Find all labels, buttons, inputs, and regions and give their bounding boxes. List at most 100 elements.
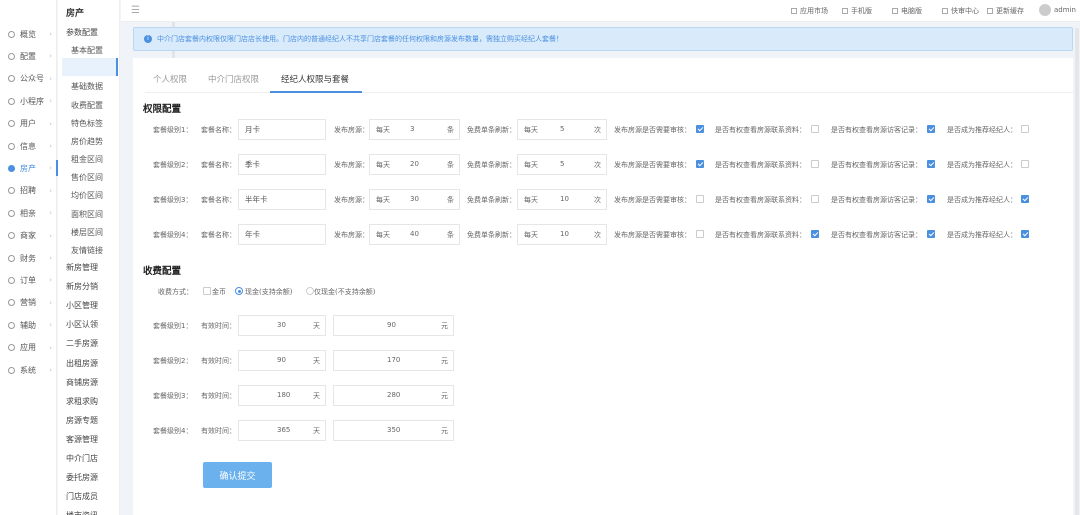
sub-sidebar-item[interactable]: 商铺房源 [66, 377, 98, 388]
sidebar-item-11[interactable]: 订单 › [0, 272, 57, 288]
contact-checkbox[interactable] [811, 195, 819, 203]
review-checkbox[interactable] [696, 230, 704, 238]
sub-sidebar-item[interactable]: 小区管理 [66, 300, 98, 311]
sidebar-item-1[interactable]: 配置 › [0, 48, 57, 64]
package-name-input[interactable]: 年卡 [238, 224, 326, 245]
chevron-right-icon: › [49, 186, 52, 195]
sub-sidebar-item[interactable]: 售价区间 [71, 172, 103, 183]
topbar-item[interactable]: 快审中心 [942, 6, 979, 16]
sub-sidebar-item[interactable]: 面积区间 [71, 209, 103, 220]
sub-sidebar-item[interactable]: 客源管理 [66, 434, 98, 445]
fee-method-radio[interactable] [306, 287, 314, 295]
sub-sidebar-item[interactable]: 房源专题 [66, 415, 98, 426]
days-unit: 天 [313, 392, 320, 400]
fee-method-radio[interactable] [235, 287, 243, 295]
sidebar-item-icon [8, 164, 15, 172]
sub-sidebar-item[interactable]: 参数配置 [66, 27, 98, 38]
agent-checkbox[interactable] [1021, 230, 1029, 238]
sub-sidebar-item[interactable]: 新房管理 [66, 262, 98, 273]
package-name-input[interactable]: 季卡 [238, 154, 326, 175]
contact-checkbox[interactable] [811, 125, 819, 133]
review-checkbox[interactable] [696, 195, 704, 203]
sidebar-item-6[interactable]: 房产 › [0, 160, 58, 177]
sidebar-item-0[interactable]: 概览 › [0, 26, 57, 42]
package-name-input[interactable]: 半年卡 [238, 189, 326, 210]
visit-checkbox[interactable] [927, 125, 935, 133]
sidebar-item-2[interactable]: 公众号 › [0, 71, 57, 87]
sub-sidebar-item[interactable]: 二手房源 [66, 338, 98, 349]
contact-checkbox[interactable] [811, 230, 819, 238]
contact-label: 是否有权查看房源联系资料： [715, 231, 806, 239]
sub-sidebar-item[interactable]: 房价趋势 [71, 136, 103, 147]
topbar-item-icon [842, 8, 848, 14]
sidebar-item-8[interactable]: 相亲 › [0, 205, 57, 221]
agent-checkbox[interactable] [1021, 125, 1029, 133]
tier-level-label: 套餐级别4： [153, 231, 193, 239]
user-name[interactable]: admin [1054, 6, 1076, 14]
sub-sidebar-item[interactable]: 基本配置 [71, 45, 103, 56]
topbar-item[interactable]: 更新缓存 [987, 6, 1024, 16]
sub-sidebar-item[interactable]: 出租房源 [66, 358, 98, 369]
tab-0[interactable]: 个人权限 [153, 73, 187, 85]
sub-sidebar-item[interactable]: 求租求购 [66, 396, 98, 407]
topbar-item-label: 更新缓存 [996, 7, 1024, 15]
sub-sidebar-item[interactable]: 收费配置 [71, 100, 103, 111]
sub-sidebar-item[interactable]: 中介门店 [66, 453, 98, 464]
sub-sidebar-item[interactable]: 新房分销 [66, 281, 98, 292]
tab-2[interactable]: 经纪人权限与套餐 [281, 73, 349, 85]
sub-sidebar-item[interactable]: 友情链接 [71, 245, 103, 256]
tier-level-label: 套餐级别3： [153, 196, 193, 204]
topbar-item[interactable]: 电脑版 [892, 6, 922, 16]
sidebar-item-13[interactable]: 辅助 › [0, 317, 57, 333]
sidebar-item-5[interactable]: 信息 › [0, 138, 57, 154]
sidebar-item-7[interactable]: 招聘 › [0, 183, 57, 199]
sidebar-item-10[interactable]: 财务 › [0, 250, 57, 266]
package-name-value: 月卡 [245, 125, 260, 134]
submit-button[interactable]: 确认提交 [203, 462, 272, 488]
sub-sidebar-item[interactable]: 均价区间 [71, 190, 103, 201]
visit-checkbox[interactable] [927, 160, 935, 168]
sidebar-item-4[interactable]: 用户 › [0, 116, 57, 132]
sub-sidebar-item[interactable]: 楼层区间 [71, 227, 103, 238]
publish-label: 发布房源： [334, 161, 369, 169]
topbar-item[interactable]: 手机版 [842, 6, 872, 16]
sidebar-item-icon [8, 232, 15, 240]
sub-sidebar-item[interactable]: 楼市资讯 [66, 510, 98, 515]
publish-prefix: 每天 [376, 231, 390, 239]
sub-sidebar-item[interactable]: 基础数据 [71, 81, 103, 92]
visit-checkbox[interactable] [927, 230, 935, 238]
permission-section-title: 权限配置 [143, 104, 182, 115]
sidebar-item-14[interactable]: 应用 › [0, 340, 57, 356]
refresh-prefix: 每天 [524, 231, 538, 239]
publish-quota-value: 3 [410, 125, 415, 133]
chevron-right-icon: › [49, 298, 52, 307]
sidebar-item-15[interactable]: 系统 › [0, 362, 57, 378]
topbar-item-label: 电脑版 [901, 7, 922, 15]
sidebar-item-9[interactable]: 商家 › [0, 228, 57, 244]
review-checkbox[interactable] [696, 125, 704, 133]
chevron-right-icon: › [49, 119, 52, 128]
sub-sidebar-item[interactable]: 小区认领 [66, 319, 98, 330]
sub-sidebar-item[interactable]: 门店成员 [66, 491, 98, 502]
contact-checkbox[interactable] [811, 160, 819, 168]
avatar[interactable] [1039, 4, 1051, 16]
agent-checkbox[interactable] [1021, 195, 1029, 203]
sub-sidebar-item[interactable]: 特色标签 [71, 118, 103, 129]
topbar-item[interactable]: 应用市场 [791, 6, 828, 16]
review-checkbox[interactable] [696, 160, 704, 168]
fee-method-checkbox[interactable] [203, 287, 211, 295]
package-name-input[interactable]: 月卡 [238, 119, 326, 140]
chevron-right-icon: › [49, 366, 52, 374]
sidebar-item-label: 订单 [20, 275, 36, 285]
sub-sidebar-item[interactable]: 租金区间 [71, 154, 103, 165]
review-label: 发布房源是否需要审核： [614, 161, 691, 169]
sub-sidebar-item[interactable]: 委托房源 [66, 472, 98, 483]
sidebar-item-12[interactable]: 营销 › [0, 295, 57, 311]
tab-1[interactable]: 中介门店权限 [208, 73, 259, 85]
visit-checkbox[interactable] [927, 195, 935, 203]
refresh-label: 免费单条刷新： [467, 231, 516, 239]
menu-toggle-icon[interactable]: ☰ [131, 5, 140, 16]
agent-checkbox[interactable] [1021, 160, 1029, 168]
page-scrollbar[interactable] [1075, 28, 1079, 515]
sidebar-item-3[interactable]: 小程序 › [0, 93, 57, 109]
